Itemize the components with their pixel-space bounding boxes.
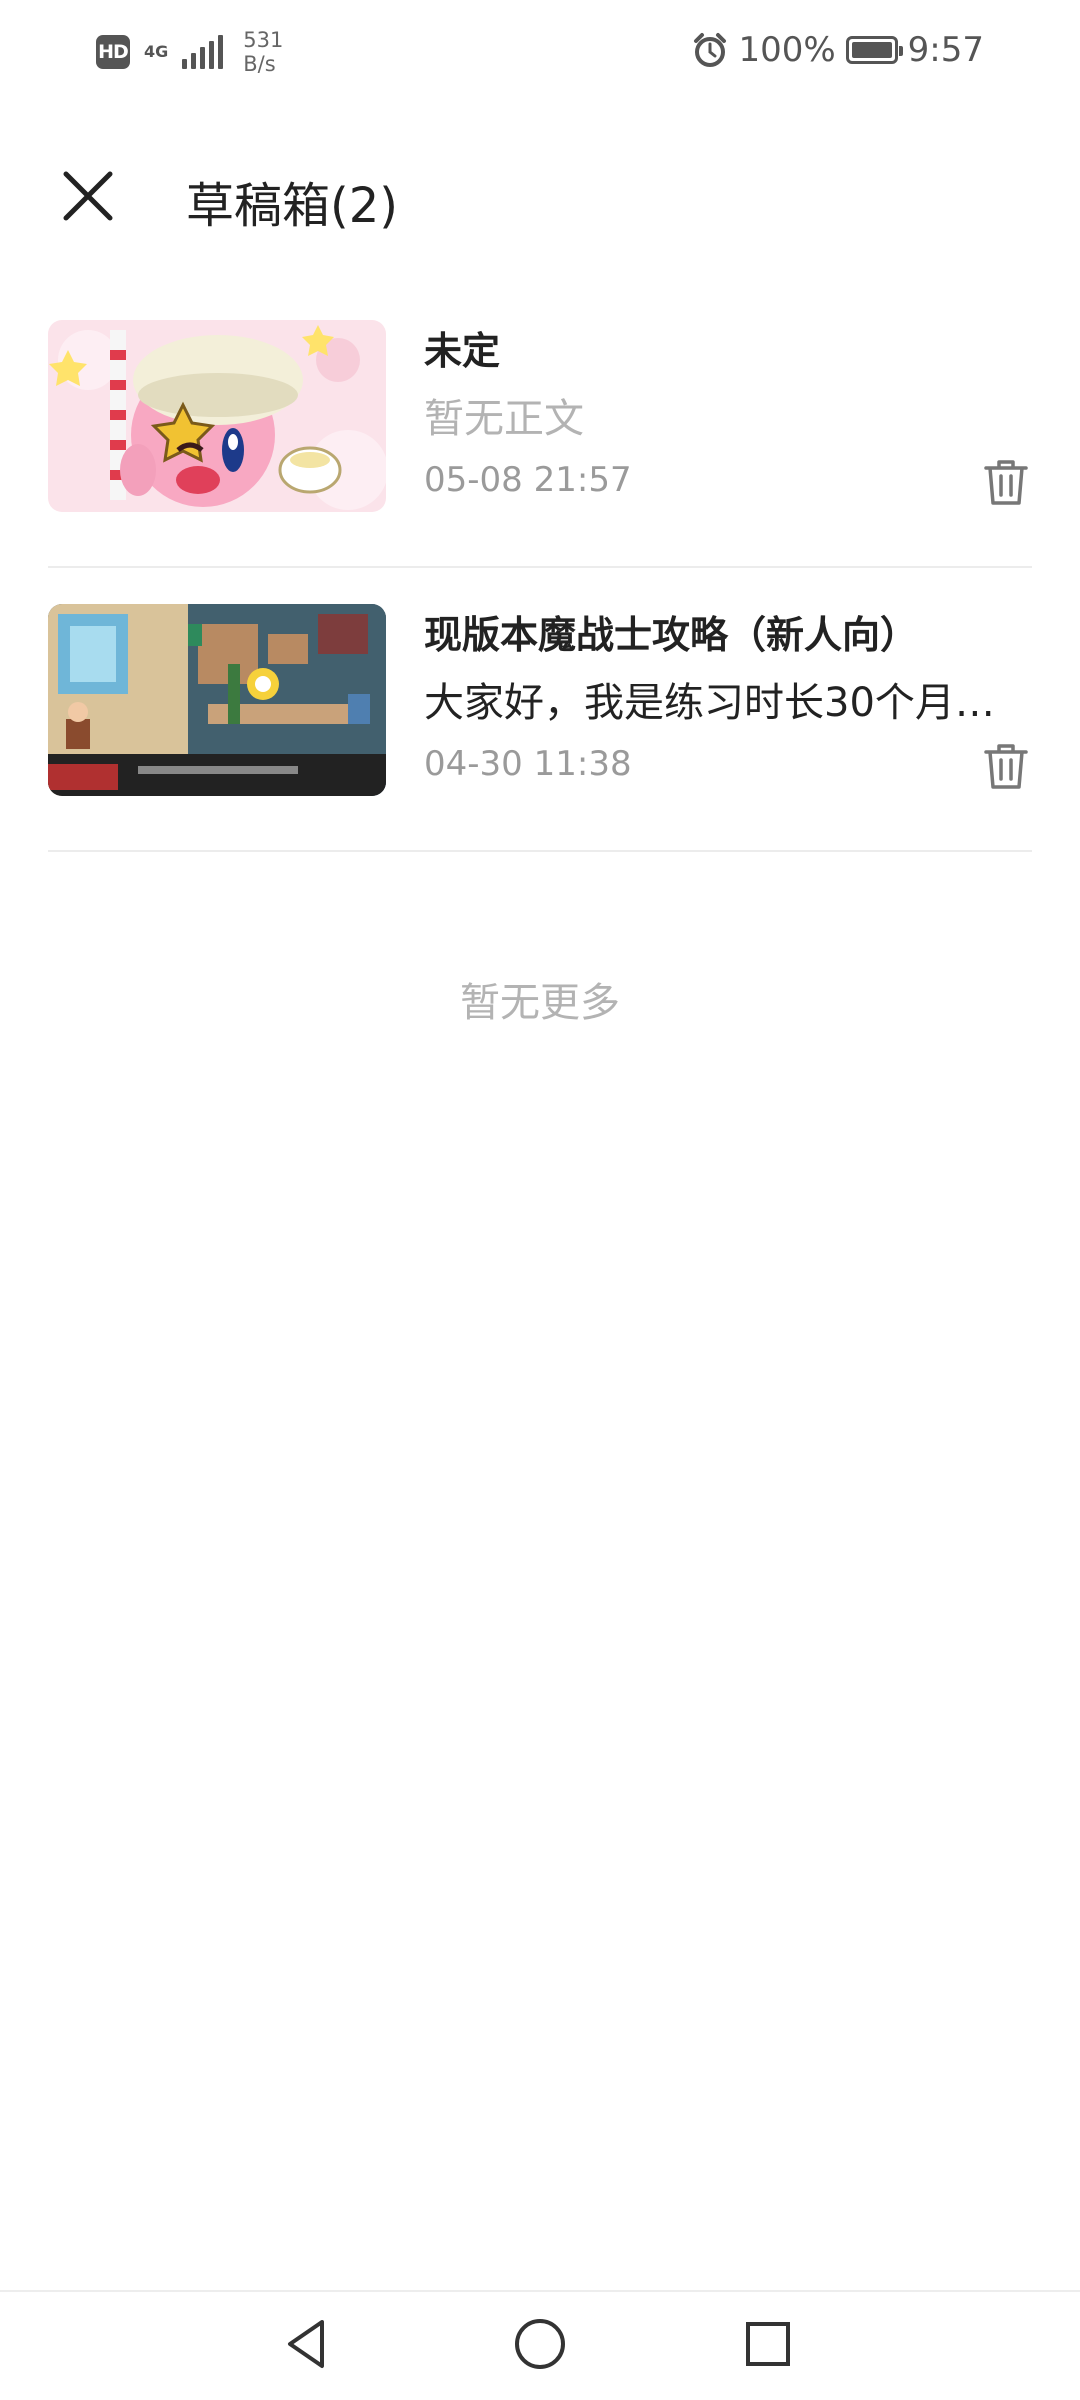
draft-time: 04-30 11:38 (424, 744, 632, 784)
draft-body: 大家好，我是练习时长30个月的新人… (424, 680, 1004, 726)
trash-icon[interactable] (980, 740, 1032, 792)
battery-percent: 100% (738, 30, 836, 70)
network-speed-value: 531 (243, 28, 284, 52)
draft-title: 现版本魔战士攻略（新人向） (424, 613, 919, 657)
trash-icon[interactable] (980, 456, 1032, 508)
status-right: 100% 9:57 (692, 30, 984, 70)
kirby-chef-artwork-icon (48, 320, 386, 512)
network-speed-unit: B/s (243, 52, 276, 76)
draft-body: 暂无正文 (424, 396, 584, 442)
status-time: 9:57 (907, 30, 984, 70)
battery-icon (845, 36, 903, 64)
network-speed: 531 B/s (243, 28, 283, 76)
page-title: 草稿箱(2) (186, 178, 398, 234)
no-more-text: 暂无更多 (460, 980, 620, 1026)
navigation-bar (0, 2290, 1080, 2400)
draft-item[interactable]: 未定 暂无正文 05-08 21:57 (48, 284, 1032, 568)
alarm-icon (694, 33, 727, 67)
signal-icon (182, 35, 224, 69)
recents-square-icon[interactable] (736, 2312, 800, 2376)
status-bar: HD 4G 531 B/s 100% 9:57 (0, 0, 1080, 110)
close-icon[interactable] (52, 160, 124, 232)
hd-icon: HD (96, 35, 130, 69)
back-triangle-icon[interactable] (276, 2312, 340, 2376)
home-circle-icon[interactable] (508, 2312, 572, 2376)
draft-title: 未定 (424, 329, 501, 373)
network-type: 4G (144, 44, 168, 60)
draft-time: 05-08 21:57 (424, 460, 632, 500)
header: 草稿箱(2) (0, 140, 1080, 250)
pixel-game-screenshot-icon (48, 604, 386, 796)
status-left: HD 4G 531 B/s (96, 28, 283, 76)
network-type-label: 4G (144, 42, 169, 61)
draft-item[interactable]: 现版本魔战士攻略（新人向） 大家好，我是练习时长30个月的新人… 04-30 1… (48, 568, 1032, 852)
